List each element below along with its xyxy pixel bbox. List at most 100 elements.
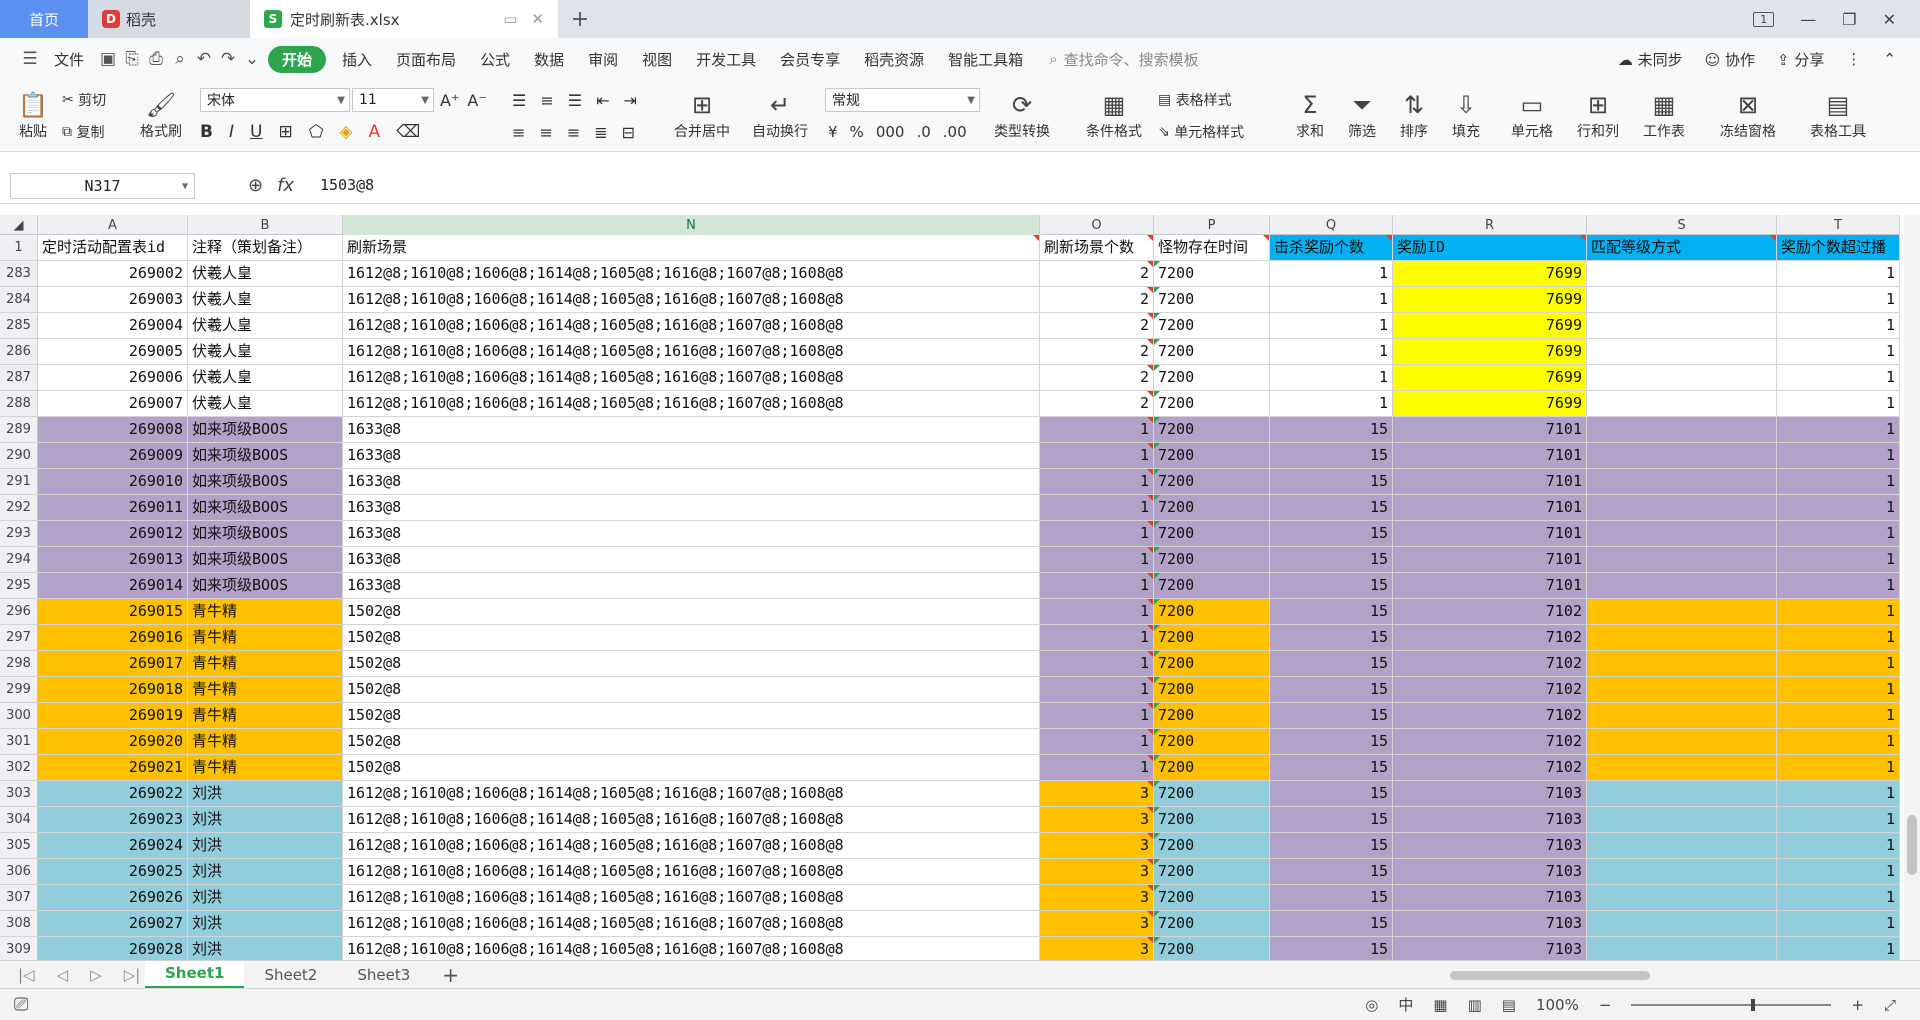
cell-scene[interactable]: 1612@8;1610@8;1606@8;1614@8;1605@8;1616@… [343, 807, 1040, 833]
filter-button[interactable]: ⏷ 筛选 [1338, 86, 1386, 146]
row-header[interactable]: 288 [0, 391, 38, 417]
cell-scene[interactable]: 1612@8;1610@8;1606@8;1614@8;1605@8;1616@… [343, 261, 1040, 287]
cell-scene[interactable]: 1612@8;1610@8;1606@8;1614@8;1605@8;1616@… [343, 287, 1040, 313]
cell-note[interactable]: 如来项级BOOS [188, 495, 343, 521]
cell-monster-time[interactable]: 7200 [1154, 469, 1270, 495]
cell-reward-threshold[interactable]: 1 [1777, 287, 1900, 313]
cell-kill-reward-count[interactable]: 15 [1270, 859, 1393, 885]
menu-smart-toolbox[interactable]: 智能工具箱 [936, 49, 1035, 70]
column-header-n[interactable]: N [343, 215, 1040, 235]
vertical-scroll-thumb[interactable] [1907, 815, 1917, 875]
cell-note[interactable]: 如来项级BOOS [188, 469, 343, 495]
cell-reward-id[interactable]: 7103 [1393, 911, 1587, 937]
cell-monster-time[interactable]: 7200 [1154, 937, 1270, 960]
cell-kill-reward-count[interactable]: 15 [1270, 937, 1393, 960]
cell-note[interactable]: 青牛精 [188, 703, 343, 729]
menu-review[interactable]: 审阅 [576, 49, 630, 70]
cell-match-level[interactable] [1587, 755, 1777, 781]
increase-font-icon[interactable]: A⁺ [440, 91, 459, 110]
cell-id[interactable]: 269012 [38, 521, 188, 547]
zoom-slider-knob[interactable] [1751, 998, 1756, 1011]
cell-monster-time[interactable]: 7200 [1154, 911, 1270, 937]
cell-match-level[interactable] [1587, 287, 1777, 313]
row-header[interactable]: 299 [0, 677, 38, 703]
cell-reward-threshold[interactable]: 1 [1777, 651, 1900, 677]
zoom-in-icon[interactable]: + [1851, 996, 1864, 1014]
sheet-tab-1[interactable]: Sheet1 [145, 960, 245, 989]
row-header[interactable]: 293 [0, 521, 38, 547]
cell-reward-id[interactable]: 7102 [1393, 625, 1587, 651]
cell-scene[interactable]: 1633@8 [343, 495, 1040, 521]
row-header[interactable]: 301 [0, 729, 38, 755]
cell-reward-id[interactable]: 7102 [1393, 755, 1587, 781]
cell-kill-reward-count[interactable]: 15 [1270, 755, 1393, 781]
cell-match-level[interactable] [1587, 573, 1777, 599]
cell-monster-time[interactable]: 7200 [1154, 391, 1270, 417]
cell-scene-count[interactable]: 2 [1040, 365, 1154, 391]
share-button[interactable]: ⇪ 分享 [1777, 49, 1824, 70]
add-sheet-button[interactable]: + [430, 963, 471, 987]
cell-kill-reward-count[interactable]: 15 [1270, 417, 1393, 443]
cell-scene[interactable]: 1502@8 [343, 651, 1040, 677]
row-header[interactable]: 287 [0, 365, 38, 391]
cell-match-level[interactable] [1587, 469, 1777, 495]
cell-scene-count[interactable]: 3 [1040, 807, 1154, 833]
italic-icon[interactable]: I [229, 122, 234, 142]
cell-reward-threshold[interactable]: 1 [1777, 885, 1900, 911]
maximize-icon[interactable]: ❐ [1842, 10, 1856, 29]
column-header-p[interactable]: P [1154, 215, 1270, 235]
cell-kill-reward-count[interactable]: 15 [1270, 521, 1393, 547]
cell-id[interactable]: 269027 [38, 911, 188, 937]
cell-note[interactable]: 青牛精 [188, 677, 343, 703]
cell-reward-id[interactable]: 7699 [1393, 339, 1587, 365]
vertical-scrollbar[interactable] [1904, 215, 1920, 960]
cell-note[interactable]: 刘洪 [188, 859, 343, 885]
cell-scene[interactable]: 1612@8;1610@8;1606@8;1614@8;1605@8;1616@… [343, 885, 1040, 911]
cell-reward-id[interactable]: 7101 [1393, 521, 1587, 547]
cell-note[interactable]: 刘洪 [188, 781, 343, 807]
cell-note[interactable]: 伏羲人皇 [188, 339, 343, 365]
underline-icon[interactable]: U [250, 122, 262, 142]
row-header[interactable]: 308 [0, 911, 38, 937]
header-cell-p[interactable]: 怪物存在时间 [1154, 235, 1270, 261]
cell-scene[interactable]: 1633@8 [343, 521, 1040, 547]
cell-scene-count[interactable]: 3 [1040, 859, 1154, 885]
page-break-view-icon[interactable]: ▤ [1502, 996, 1516, 1014]
cell-scene[interactable]: 1612@8;1610@8;1606@8;1614@8;1605@8;1616@… [343, 937, 1040, 960]
cell-reward-threshold[interactable]: 1 [1777, 469, 1900, 495]
row-header[interactable]: 290 [0, 443, 38, 469]
cell-monster-time[interactable]: 7200 [1154, 521, 1270, 547]
cell-reward-threshold[interactable]: 1 [1777, 677, 1900, 703]
zoom-level[interactable]: 100% [1536, 996, 1579, 1014]
row-header[interactable]: 1 [0, 235, 38, 261]
cell-reward-threshold[interactable]: 1 [1777, 755, 1900, 781]
conditional-format-button[interactable]: ▦ 条件格式 [1076, 86, 1152, 146]
cut-button[interactable]: ✂ 剪切 [62, 88, 106, 112]
cell-id[interactable]: 269022 [38, 781, 188, 807]
cell-id[interactable]: 269010 [38, 469, 188, 495]
merge-center-button[interactable]: ⊞ 合并居中 [662, 86, 742, 146]
cell-match-level[interactable] [1587, 911, 1777, 937]
row-header[interactable]: 284 [0, 287, 38, 313]
cell-monster-time[interactable]: 7200 [1154, 339, 1270, 365]
cell-monster-time[interactable]: 7200 [1154, 885, 1270, 911]
menu-formula[interactable]: 公式 [468, 49, 522, 70]
cell-id[interactable]: 269014 [38, 573, 188, 599]
row-header[interactable]: 305 [0, 833, 38, 859]
cell-kill-reward-count[interactable]: 15 [1270, 729, 1393, 755]
cell-reward-id[interactable]: 7101 [1393, 469, 1587, 495]
cell-monster-time[interactable]: 7200 [1154, 833, 1270, 859]
column-header-t[interactable]: T [1777, 215, 1900, 235]
cell-reward-threshold[interactable]: 1 [1777, 391, 1900, 417]
cell-scene[interactable]: 1612@8;1610@8;1606@8;1614@8;1605@8;1616@… [343, 781, 1040, 807]
bold-icon[interactable]: B [200, 122, 213, 142]
sheet-tab-3[interactable]: Sheet3 [337, 961, 430, 989]
header-cell-s[interactable]: 匹配等级方式 [1587, 235, 1777, 261]
cell-kill-reward-count[interactable]: 15 [1270, 911, 1393, 937]
cell-id[interactable]: 269026 [38, 885, 188, 911]
format-painter-button[interactable]: 🖌 格式刷 [132, 86, 190, 146]
cell-monster-time[interactable]: 7200 [1154, 417, 1270, 443]
cell-scene[interactable]: 1502@8 [343, 703, 1040, 729]
cell-match-level[interactable] [1587, 521, 1777, 547]
cell-button[interactable]: ▭ 单元格 [1502, 86, 1562, 146]
